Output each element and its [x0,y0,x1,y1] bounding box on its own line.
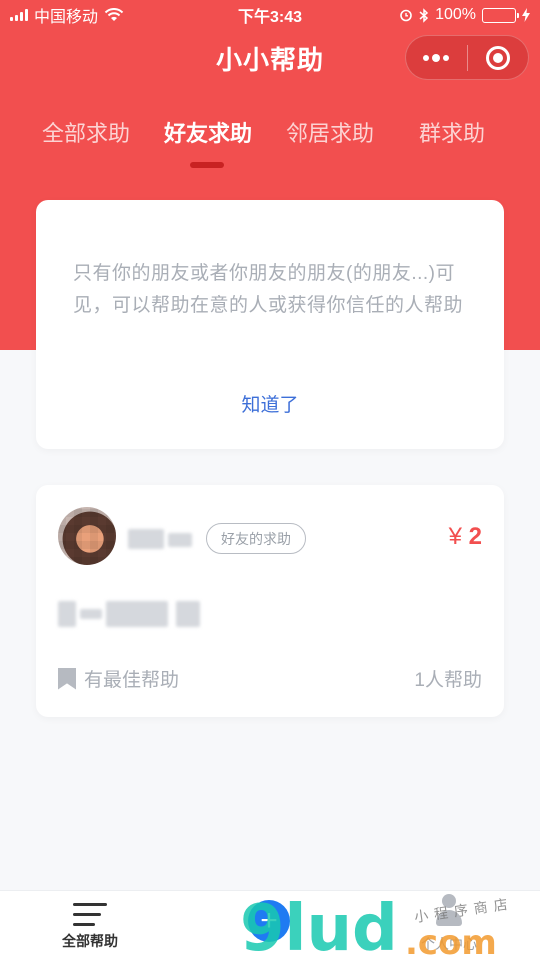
person-icon [434,892,464,932]
info-card: 只有你的朋友或者你朋友的朋友(的朋友...)可见，可以帮助在意的人或获得你信任的… [36,200,504,449]
status-left: 中国移动 [10,3,210,27]
tabbar-label-profile: 个人中心 [421,936,477,952]
tab-groups[interactable]: 群求助 [419,116,485,148]
avatar[interactable] [58,507,116,565]
add-help-button[interactable]: + [248,900,290,942]
active-tab-indicator [190,162,224,168]
more-dots-icon [423,53,450,62]
more-button[interactable] [406,36,467,79]
reward-value: 2 [468,523,482,550]
signal-icon [10,9,28,21]
tabbar-label-all-help: 全部帮助 [62,933,118,949]
helpers-count: 1人帮助 [414,670,482,691]
currency-symbol: ¥ [448,523,462,550]
target-icon [485,45,510,70]
reward-amount: ¥ 2 [449,523,482,551]
status-time: 下午3:43 [237,9,303,26]
content-blurred-4 [176,601,200,627]
status-right: 100% [330,6,530,24]
close-miniprogram-button[interactable] [468,36,529,79]
username-blurred-part [168,533,192,547]
charging-icon [522,8,530,22]
category-tabs: 全部求助 好友求助 邻居求助 群求助 [0,116,540,156]
info-text: 只有你的朋友或者你朋友的朋友(的朋友...)可见，可以帮助在意的人或获得你信任的… [73,263,464,316]
carrier-label: 中国移动 [34,9,99,26]
wifi-icon [104,8,124,21]
battery-icon [482,7,519,23]
miniprogram-capsule [405,35,529,80]
tabbar-item-all-help[interactable]: 全部帮助 [52,903,128,951]
tabbar-item-profile[interactable]: 个人中心 [414,892,484,954]
username-blurred [128,529,164,549]
content-blurred-3 [106,601,168,627]
battery-percent: 100% [435,6,476,23]
best-help-label: 有最佳帮助 [84,670,180,691]
bookmark-icon [58,667,76,690]
tab-all[interactable]: 全部求助 [42,116,130,148]
content-blurred-2 [80,609,102,619]
alarm-icon [400,9,412,22]
content-blurred-1 [58,601,76,627]
status-bar: 中国移动 下午3:43 100% [0,0,540,30]
got-it-button[interactable]: 知道了 [36,390,504,417]
friend-help-badge: 好友的求助 [206,523,306,554]
menu-icon [73,903,107,926]
help-post-card[interactable]: 好友的求助 ¥ 2 有最佳帮助 1人帮助 [36,485,504,717]
bluetooth-icon [419,7,429,23]
tab-neighbors[interactable]: 邻居求助 [286,116,374,148]
best-help-indicator: 有最佳帮助 [58,665,179,692]
tab-friends[interactable]: 好友求助 [164,116,252,148]
